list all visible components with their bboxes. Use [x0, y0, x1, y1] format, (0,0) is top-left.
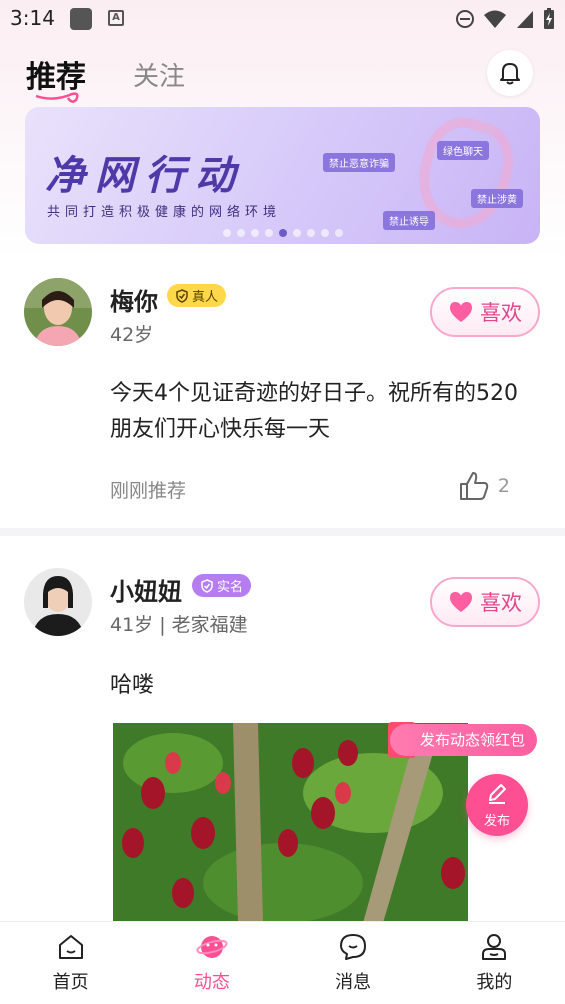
like-button[interactable]: 喜欢 — [430, 577, 540, 627]
avatar-photo-icon — [24, 278, 92, 346]
user-meta: 42岁 — [110, 324, 154, 346]
user-meta: 41岁 | 老家福建 — [110, 614, 248, 636]
banner-tag: 禁止诱导 — [383, 211, 435, 230]
carousel-dot[interactable] — [265, 229, 273, 237]
nav-moments-label: 动态 — [193, 972, 230, 993]
carousel-dots — [223, 229, 343, 237]
thumbs-up-button[interactable]: 2 — [458, 470, 510, 502]
carousel-dot[interactable] — [251, 229, 259, 237]
carousel-dot[interactable] — [307, 229, 315, 237]
carousel-dot[interactable] — [293, 229, 301, 237]
bell-icon — [500, 63, 520, 85]
planet-icon — [196, 936, 228, 958]
carousel-dot[interactable] — [237, 229, 245, 237]
carousel-dot[interactable] — [321, 229, 329, 237]
tab-underline-icon — [35, 92, 79, 103]
banner-title: 净网行动 — [45, 153, 245, 199]
banner-tag: 禁止恶意诈骗 — [323, 153, 395, 172]
real-name-badge-label: 实名 — [217, 580, 244, 595]
chat-icon — [340, 934, 367, 960]
nav-profile[interactable]: 我的 — [424, 922, 565, 1004]
tab-follow[interactable]: 关注 — [133, 56, 185, 93]
post-card: 梅你 真人 42岁 喜欢 今天4个见证奇迹的好日子。祝所有的520朋友们开心快乐… — [0, 270, 565, 526]
banner-tag: 禁止涉黄 — [471, 189, 523, 208]
tab-follow-label: 关注 — [133, 62, 186, 92]
publish-button[interactable]: 发布 — [466, 774, 528, 836]
nav-messages-label: 消息 — [335, 972, 372, 993]
dnd-icon — [456, 10, 474, 28]
like-label: 喜欢 — [480, 301, 522, 325]
wifi-icon — [484, 10, 506, 28]
verified-badge-label: 真人 — [192, 290, 219, 305]
avatar-photo-icon — [24, 568, 92, 636]
a-notification-icon: A — [108, 10, 124, 26]
app-notification-icon — [70, 8, 92, 30]
nav-moments[interactable]: 动态 — [141, 922, 282, 1004]
banner-tag: 绿色聊天 — [437, 141, 489, 160]
banner-subtitle: 共同打造积极健康的网络环境 — [47, 205, 282, 220]
pencil-icon — [489, 784, 506, 804]
real-name-badge: 实名 — [192, 574, 252, 597]
avatar[interactable] — [24, 278, 92, 346]
avatar[interactable] — [24, 568, 92, 636]
status-icons — [455, 8, 555, 30]
username: 梅你 — [110, 288, 158, 316]
carousel-dot-active[interactable] — [279, 229, 287, 237]
nav-home-label: 首页 — [52, 972, 89, 993]
banner-carousel[interactable]: 净网行动 共同打造积极健康的网络环境 禁止恶意诈骗 绿色聊天 禁止涉黄 禁止诱导 — [25, 107, 540, 244]
check-shield-icon — [176, 288, 188, 303]
home-icon — [58, 935, 83, 959]
tab-recommend[interactable]: 推荐 — [26, 52, 86, 103]
check-shield-icon — [201, 578, 213, 593]
nav-profile-label: 我的 — [476, 972, 513, 993]
like-button[interactable]: 喜欢 — [430, 287, 540, 337]
heart-icon — [450, 592, 472, 612]
header: 推荐 关注 — [0, 48, 565, 103]
promo-banner[interactable]: 发布动态领红包 — [390, 724, 538, 756]
battery-icon — [544, 8, 554, 29]
heart-icon — [450, 302, 472, 322]
bottom-nav: 首页 动态 消息 我的 — [0, 921, 565, 1004]
profile-icon — [482, 934, 507, 960]
publish-label: 发布 — [483, 814, 510, 829]
thumbs-up-icon — [459, 472, 489, 500]
post-content: 今天4个见证奇迹的好日子。祝所有的520朋友们开心快乐每一天 — [110, 381, 518, 442]
status-time: 3:14 — [10, 6, 55, 30]
username: 小妞妞 — [110, 578, 182, 606]
post-content: 哈喽 — [110, 673, 155, 698]
post-divider — [0, 528, 565, 536]
carousel-dot[interactable] — [223, 229, 231, 237]
nav-messages[interactable]: 消息 — [283, 922, 424, 1004]
thumbs-count: 2 — [497, 475, 510, 497]
signal-icon — [517, 11, 533, 28]
nav-home[interactable]: 首页 — [0, 922, 141, 1004]
like-label: 喜欢 — [480, 591, 522, 615]
notification-button[interactable] — [487, 50, 533, 96]
post-time: 刚刚推荐 — [110, 480, 187, 502]
status-bar: 3:14 A — [0, 0, 565, 38]
verified-badge: 真人 — [167, 284, 227, 307]
carousel-dot[interactable] — [335, 229, 343, 237]
